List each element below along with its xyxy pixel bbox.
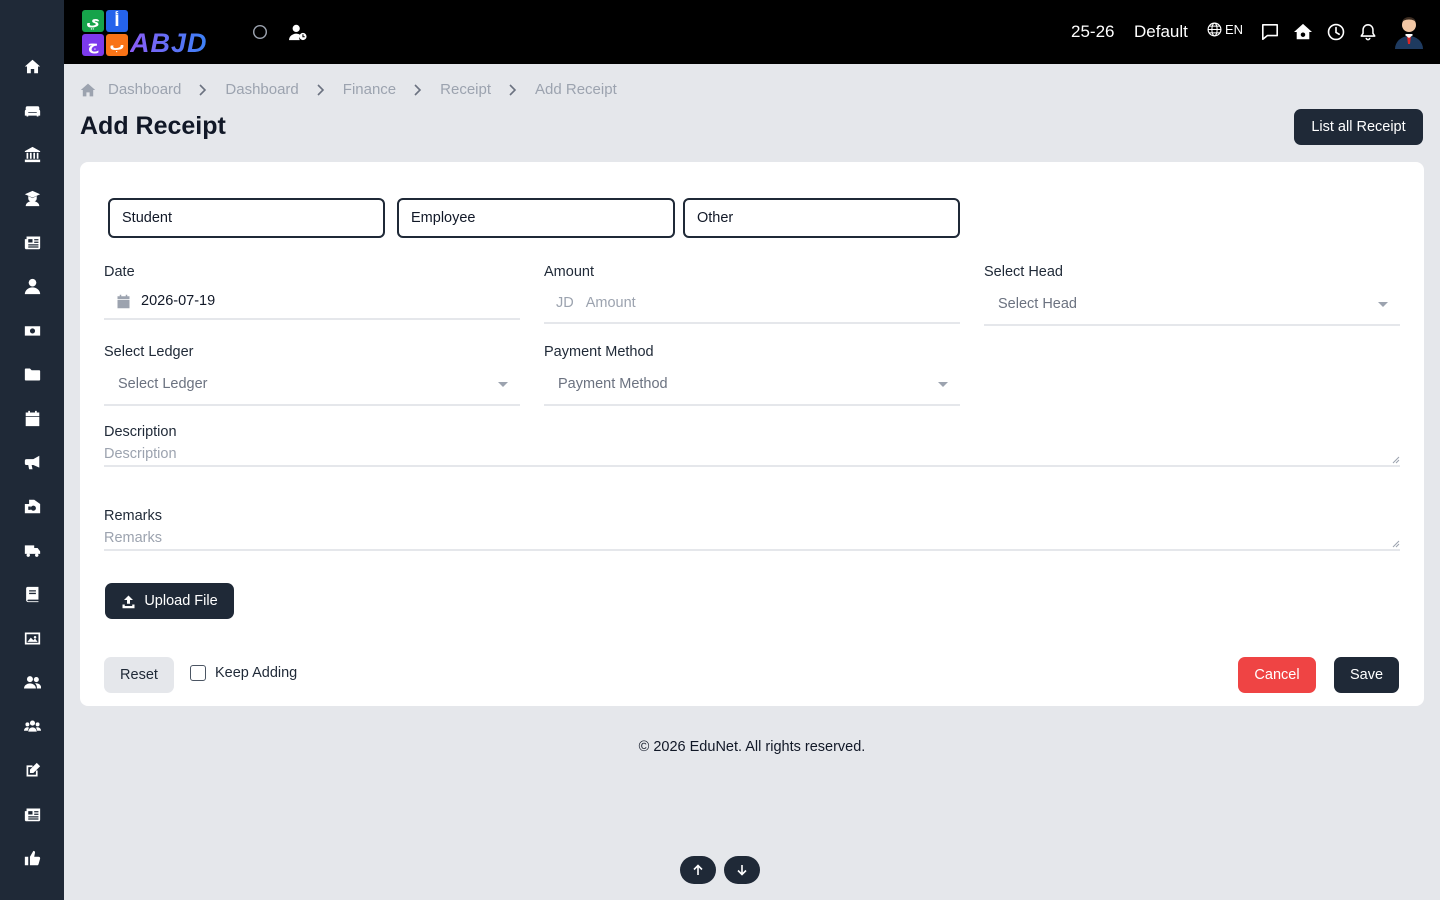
newspaper-icon[interactable] — [22, 232, 42, 252]
remarks-label: Remarks — [104, 508, 163, 524]
remarks-placeholder: Remarks — [104, 530, 163, 546]
sofa-icon[interactable] — [22, 100, 42, 120]
scroll-up-button[interactable] — [680, 856, 716, 884]
resize-handle-icon[interactable] — [1392, 456, 1400, 464]
ledger-placeholder: Select Ledger — [118, 376, 208, 392]
bank-icon[interactable] — [22, 144, 42, 164]
graduate-icon[interactable] — [22, 188, 42, 208]
language-selector[interactable]: EN — [1207, 22, 1243, 37]
bell-icon[interactable] — [1358, 22, 1378, 42]
scroll-down-button[interactable] — [724, 856, 760, 884]
date-value: 2026-07-19 — [141, 293, 216, 309]
chevron-down-icon — [498, 382, 508, 387]
date-label: Date — [104, 264, 135, 280]
user-avatar-icon — [1395, 17, 1423, 49]
payment-method-select[interactable]: Payment Method — [544, 364, 960, 406]
save-button[interactable]: Save — [1334, 657, 1399, 693]
user-tie-icon[interactable] — [22, 276, 42, 296]
money-icon[interactable] — [22, 320, 42, 340]
chevron-down-icon — [1378, 302, 1388, 307]
upload-file-button[interactable]: Upload File — [105, 583, 234, 619]
thumbs-up-icon[interactable] — [22, 848, 42, 868]
head-placeholder: Select Head — [998, 296, 1077, 312]
breadcrumb-current: Add Receipt — [535, 81, 617, 98]
head-label: Select Head — [984, 264, 1063, 280]
head-select[interactable]: Select Head — [984, 284, 1400, 326]
payment-label: Payment Method — [544, 344, 654, 360]
cancel-button[interactable]: Cancel — [1238, 657, 1316, 693]
ledger-select[interactable]: Select Ledger — [104, 364, 520, 406]
image-icon[interactable] — [22, 628, 42, 648]
group-icon[interactable] — [22, 716, 42, 736]
logo-tile: ي — [82, 10, 104, 32]
breadcrumb-item[interactable]: Dashboard — [225, 81, 298, 98]
reset-button[interactable]: Reset — [104, 657, 174, 693]
user-clock-icon[interactable] — [288, 22, 308, 42]
newspaper-icon[interactable] — [22, 804, 42, 824]
arrow-up-icon — [693, 864, 703, 875]
remarks-textarea[interactable]: Remarks — [104, 530, 1400, 551]
description-label: Description — [104, 424, 177, 440]
type-student-button[interactable]: Student — [108, 198, 385, 238]
school-icon[interactable] — [22, 496, 42, 516]
loading-circle-icon[interactable] — [250, 22, 270, 42]
chevron-right-icon — [316, 83, 326, 96]
list-all-receipt-button[interactable]: List all Receipt — [1294, 109, 1423, 145]
description-placeholder: Description — [104, 446, 177, 462]
logo-tile: ج — [82, 34, 104, 56]
type-employee-button[interactable]: Employee — [397, 198, 675, 238]
users-icon[interactable] — [22, 672, 42, 692]
logo-text: ABJD — [130, 28, 208, 58]
amount-placeholder: Amount — [585, 295, 636, 311]
profile-selector[interactable]: Default — [1134, 22, 1188, 42]
home-icon[interactable] — [22, 56, 42, 76]
arrow-down-icon — [737, 865, 747, 876]
calendar-icon[interactable] — [22, 408, 42, 428]
megaphone-icon[interactable] — [22, 452, 42, 472]
amount-field[interactable]: JD Amount — [544, 284, 960, 324]
type-other-button[interactable]: Other — [683, 198, 960, 238]
logo-tile: أ — [106, 10, 128, 32]
session-year[interactable]: 25-26 — [1071, 22, 1114, 42]
breadcrumb-item[interactable]: Dashboard — [108, 81, 181, 98]
chevron-down-icon — [938, 382, 948, 387]
breadcrumb-item[interactable]: Finance — [343, 81, 396, 98]
clock-icon[interactable] — [1326, 22, 1346, 42]
date-field[interactable]: 2026-07-19 — [104, 284, 520, 320]
topbar: ي أ ج ب ABJD 25-26 Default EN — [64, 0, 1440, 64]
chevron-right-icon — [413, 83, 423, 96]
keep-adding-checkbox[interactable] — [190, 665, 206, 681]
logo-tile: ب — [106, 34, 128, 56]
receipt-form-card: Student Employee Other Date 2026-07-19 A… — [80, 162, 1424, 706]
breadcrumb: Dashboard Dashboard Finance Receipt Add … — [80, 81, 617, 98]
sidebar — [0, 0, 64, 900]
language-label: EN — [1225, 22, 1244, 37]
chat-icon[interactable] — [1260, 22, 1280, 42]
edit-icon[interactable] — [22, 760, 42, 780]
chevron-right-icon — [198, 83, 208, 96]
amount-label: Amount — [544, 264, 594, 280]
globe-icon — [1207, 22, 1222, 37]
keep-adding-label: Keep Adding — [215, 665, 298, 681]
folder-icon[interactable] — [22, 364, 42, 384]
upload-label: Upload File — [144, 593, 218, 609]
payment-placeholder: Payment Method — [558, 376, 668, 392]
description-textarea[interactable]: Description — [104, 446, 1400, 467]
keep-adding: Keep Adding — [190, 665, 297, 681]
chevron-right-icon — [508, 83, 518, 96]
resize-handle-icon[interactable] — [1392, 540, 1400, 548]
ledger-label: Select Ledger — [104, 344, 194, 360]
upload-icon — [122, 595, 135, 608]
breadcrumb-item[interactable]: Receipt — [440, 81, 491, 98]
footer-copyright: © 2026 EduNet. All rights reserved. — [638, 739, 866, 755]
truck-icon[interactable] — [22, 540, 42, 560]
book-icon[interactable] — [22, 584, 42, 604]
page-title: Add Receipt — [80, 112, 226, 140]
calendar-icon — [117, 294, 130, 308]
avatar[interactable] — [1394, 15, 1424, 49]
home-gear-icon[interactable] — [1293, 22, 1313, 42]
brand-logo[interactable]: ي أ ج ب ABJD — [80, 8, 226, 58]
home-icon[interactable] — [80, 82, 96, 98]
currency-prefix: JD — [556, 295, 574, 311]
